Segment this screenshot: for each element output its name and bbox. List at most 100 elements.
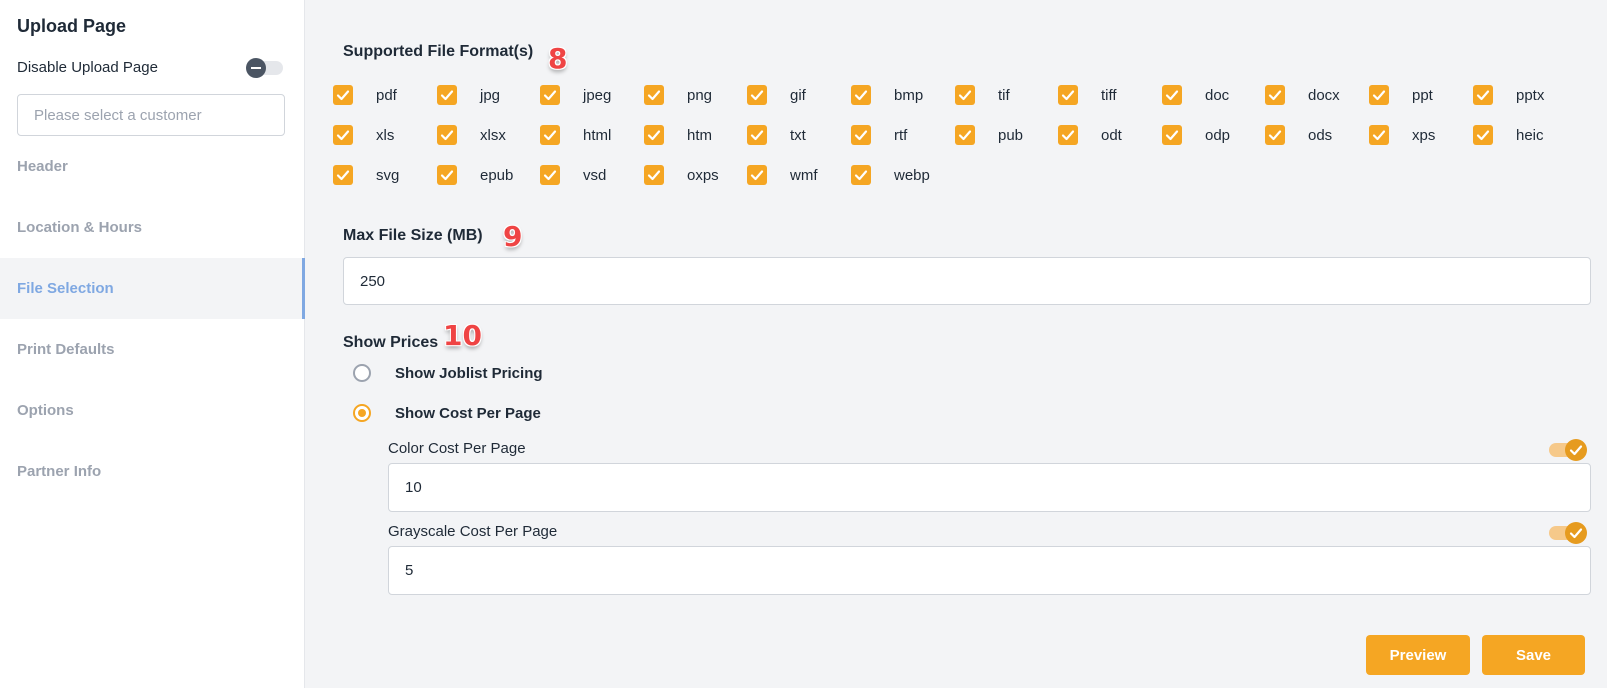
grayscale-cost-label: Grayscale Cost Per Page [388,523,558,540]
format-checkbox-oxps[interactable]: oxps [644,164,719,186]
format-label: tiff [1101,86,1117,104]
format-checkbox-tiff[interactable]: tiff [1058,84,1117,106]
preview-button[interactable]: Preview [1366,635,1470,675]
checkbox-checked-icon [437,165,457,185]
sidebar-nav: Header Location & Hours File Selection P… [0,136,305,502]
checkbox-checked-icon [1473,125,1493,145]
checkbox-checked-icon [1265,85,1285,105]
format-label: png [687,86,713,104]
step-badge-10: 10 [443,319,482,352]
radio-label: Show Cost Per Page [395,404,541,422]
format-checkbox-epub[interactable]: epub [437,164,513,186]
format-label: rtf [894,126,908,144]
color-cost-toggle[interactable] [1549,439,1587,461]
sidebar-item-options[interactable]: Options [0,380,305,441]
checkbox-checked-icon [955,85,975,105]
format-label: oxps [687,166,719,184]
format-checkbox-pptx[interactable]: pptx [1473,84,1544,106]
format-checkbox-webp[interactable]: webp [851,164,930,186]
format-checkbox-xlsx[interactable]: xlsx [437,124,506,146]
format-label: webp [894,166,930,184]
format-checkbox-docx[interactable]: docx [1265,84,1340,106]
format-checkbox-heic[interactable]: heic [1473,124,1544,146]
checkbox-checked-icon [540,165,560,185]
format-label: epub [480,166,514,184]
format-checkbox-doc[interactable]: doc [1162,84,1229,106]
format-label: xps [1412,126,1436,144]
disable-upload-toggle[interactable] [246,58,283,78]
format-checkbox-jpeg[interactable]: jpeg [540,84,611,106]
format-checkbox-gif[interactable]: gif [747,84,806,106]
format-checkbox-tif[interactable]: tif [955,84,1010,106]
format-checkbox-svg[interactable]: svg [333,164,399,186]
checkbox-checked-icon [1058,85,1078,105]
radio-show-cost-per-page[interactable]: Show Cost Per Page [353,404,541,422]
format-checkbox-ppt[interactable]: ppt [1369,84,1433,106]
format-label: tif [998,86,1010,104]
checkbox-checked-icon [437,125,457,145]
page-title: Upload Page [17,16,127,36]
format-label: pptx [1516,86,1545,104]
format-checkbox-odt[interactable]: odt [1058,124,1122,146]
format-checkbox-odp[interactable]: odp [1162,124,1230,146]
checkbox-checked-icon [1369,125,1389,145]
sidebar-item-file-selection[interactable]: File Selection [0,258,305,319]
format-label: svg [376,166,400,184]
checkbox-checked-icon [1265,125,1285,145]
checkbox-checked-icon [1369,85,1389,105]
show-prices-title: Show Prices [343,334,439,351]
format-checkbox-pub[interactable]: pub [955,124,1023,146]
format-checkbox-xps[interactable]: xps [1369,124,1435,146]
sidebar-item-partner-info[interactable]: Partner Info [0,441,305,502]
sidebar-item-location-hours[interactable]: Location & Hours [0,197,305,258]
check-icon [1565,522,1587,544]
format-label: pdf [376,86,397,104]
format-label: ods [1308,126,1333,144]
sidebar: Upload Page Disable Upload Page Header L… [0,0,305,688]
checkbox-checked-icon [747,85,767,105]
checkbox-checked-icon [851,85,871,105]
format-label: jpg [480,86,501,104]
format-checkbox-vsd[interactable]: vsd [540,164,606,186]
format-label: doc [1205,86,1230,104]
format-checkbox-wmf[interactable]: wmf [747,164,818,186]
format-label: wmf [790,166,818,184]
checkbox-checked-icon [437,85,457,105]
format-checkbox-bmp[interactable]: bmp [851,84,923,106]
format-label: txt [790,126,806,144]
format-checkbox-ods[interactable]: ods [1265,124,1332,146]
format-checkbox-xls[interactable]: xls [333,124,394,146]
format-checkbox-htm[interactable]: htm [644,124,712,146]
format-label: html [583,126,612,144]
format-label: odt [1101,126,1122,144]
format-label: bmp [894,86,924,104]
max-file-size-input[interactable] [343,257,1591,305]
save-button[interactable]: Save [1482,635,1585,675]
format-checkbox-html[interactable]: html [540,124,611,146]
sidebar-item-header[interactable]: Header [0,136,305,197]
customer-select[interactable] [17,94,285,136]
radio-label: Show Joblist Pricing [395,364,543,382]
checkbox-checked-icon [333,125,353,145]
format-checkbox-png[interactable]: png [644,84,712,106]
format-label: xlsx [480,126,506,144]
sidebar-item-print-defaults[interactable]: Print Defaults [0,319,305,380]
format-label: htm [687,126,713,144]
grayscale-cost-toggle[interactable] [1549,522,1587,544]
format-checkbox-txt[interactable]: txt [747,124,806,146]
main-content: Supported File Format(s) 8 pdf jpg jpeg png… [305,0,1607,688]
checkbox-checked-icon [1162,125,1182,145]
radio-show-joblist-pricing[interactable]: Show Joblist Pricing [353,364,543,382]
checkbox-checked-icon [1162,85,1182,105]
disable-upload-label: Disable Upload Page [17,59,158,76]
check-icon [1565,439,1587,461]
format-checkbox-rtf[interactable]: rtf [851,124,907,146]
checkbox-checked-icon [1473,85,1493,105]
checkbox-checked-icon [644,165,664,185]
checkbox-checked-icon [851,125,871,145]
grayscale-cost-input[interactable] [388,546,1591,595]
format-checkbox-jpg[interactable]: jpg [437,84,500,106]
format-label: pub [998,126,1024,144]
format-checkbox-pdf[interactable]: pdf [333,84,397,106]
color-cost-input[interactable] [388,463,1591,512]
